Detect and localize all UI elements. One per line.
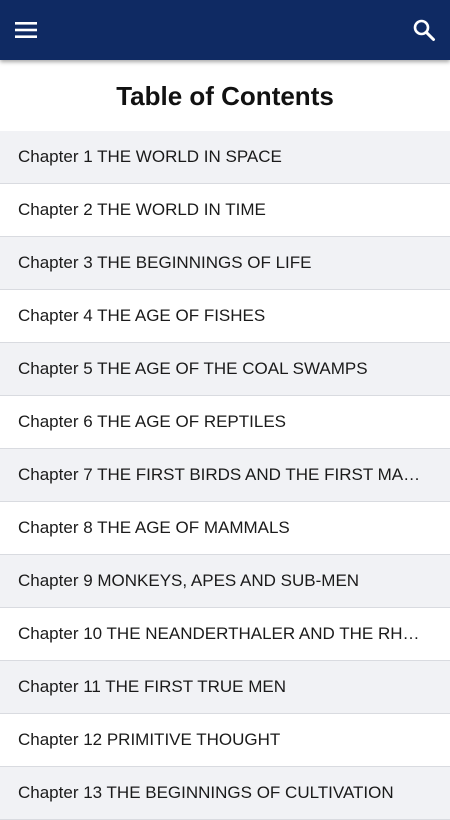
search-icon xyxy=(413,19,435,41)
toc-item-chapter-12[interactable]: Chapter 12 PRIMITIVE THOUGHT xyxy=(0,714,450,767)
toc-item-chapter-5[interactable]: Chapter 5 THE AGE OF THE COAL SWAMPS xyxy=(0,343,450,396)
page-title: Table of Contents xyxy=(116,81,334,111)
toc-item-chapter-11[interactable]: Chapter 11 THE FIRST TRUE MEN xyxy=(0,661,450,714)
toc-item-chapter-7[interactable]: Chapter 7 THE FIRST BIRDS AND THE FIRST … xyxy=(0,449,450,502)
menu-button[interactable] xyxy=(6,10,46,50)
app-bar xyxy=(0,0,450,60)
toc-item-chapter-4[interactable]: Chapter 4 THE AGE OF FISHES xyxy=(0,290,450,343)
toc-item-chapter-13[interactable]: Chapter 13 THE BEGINNINGS OF CULTIVATION xyxy=(0,767,450,820)
toc-item-chapter-8[interactable]: Chapter 8 THE AGE OF MAMMALS xyxy=(0,502,450,555)
table-of-contents-list: Chapter 1 THE WORLD IN SPACE Chapter 2 T… xyxy=(0,131,450,820)
toc-item-chapter-6[interactable]: Chapter 6 THE AGE OF REPTILES xyxy=(0,396,450,449)
toc-item-chapter-2[interactable]: Chapter 2 THE WORLD IN TIME xyxy=(0,184,450,237)
toc-item-chapter-10[interactable]: Chapter 10 THE NEANDERTHALER AND THE RH… xyxy=(0,608,450,661)
toc-item-chapter-9[interactable]: Chapter 9 MONKEYS, APES AND SUB-MEN xyxy=(0,555,450,608)
toc-item-chapter-1[interactable]: Chapter 1 THE WORLD IN SPACE xyxy=(0,131,450,184)
search-button[interactable] xyxy=(404,10,444,50)
toc-item-chapter-3[interactable]: Chapter 3 THE BEGINNINGS OF LIFE xyxy=(0,237,450,290)
hamburger-menu-icon xyxy=(15,22,37,38)
